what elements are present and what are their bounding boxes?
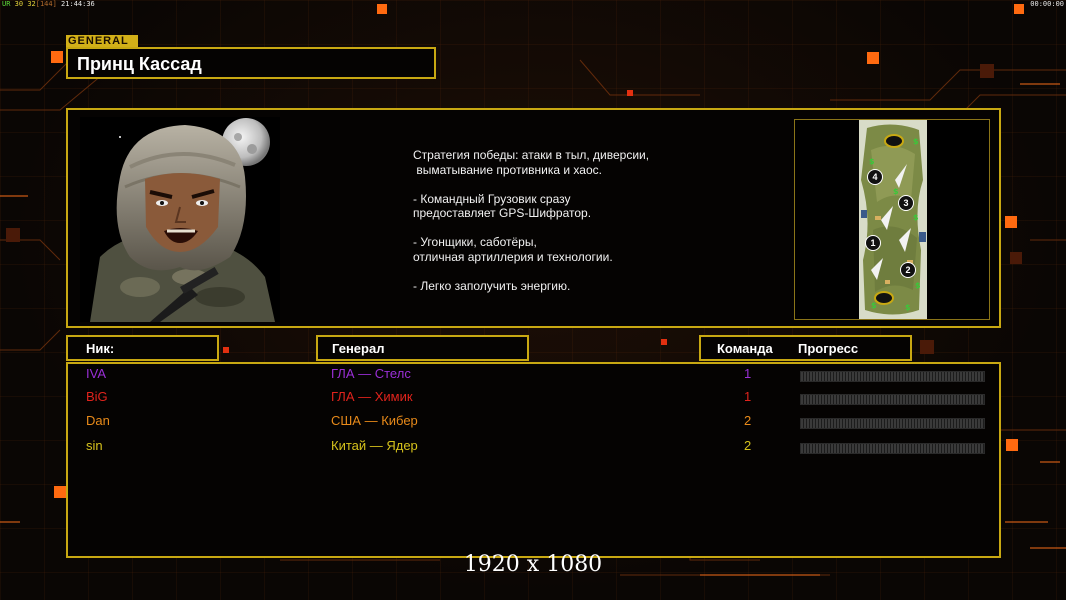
fps-value: 30: [14, 0, 24, 8]
header-progress-label: Прогресс: [798, 341, 859, 356]
start-position-3: 3: [898, 195, 914, 211]
svg-text:$: $: [893, 187, 899, 196]
header-nick: Ник:: [66, 335, 219, 361]
general-name-box: Принц Кассад: [66, 47, 436, 79]
progress-bar: [800, 418, 985, 429]
status-bar: UR 30 32[144] 21:44:36 00:00:00: [0, 0, 1066, 10]
player-general: США — Кибер: [331, 413, 418, 428]
player-nick: BiG: [86, 389, 108, 404]
header-team-progress: Команда Прогресс: [699, 335, 912, 361]
start-position-2: 2: [900, 262, 916, 278]
player-general: ГЛА — Химик: [331, 389, 413, 404]
svg-text:$: $: [913, 213, 919, 222]
player-row: BiG ГЛА — Химик 1: [0, 389, 1066, 411]
general-description: Стратегия победы: атаки в тыл, диверсии,…: [413, 148, 650, 293]
header-general-label: Генерал: [332, 341, 385, 356]
header-general: Генерал: [316, 335, 529, 361]
start-position-1-label: 1: [870, 238, 876, 248]
svg-text:$: $: [905, 303, 911, 312]
general-name: Принц Кассад: [77, 54, 202, 74]
header-team-label: Команда: [717, 341, 773, 356]
game-timer: 00:00:00: [1030, 0, 1064, 8]
player-team: 1: [744, 366, 752, 381]
progress-bar: [800, 394, 985, 405]
player-nick: sin: [86, 438, 103, 453]
start-position-1: 1: [865, 235, 881, 251]
start-position-4-label: 4: [872, 172, 878, 182]
clock-time: 21:44:36: [61, 0, 95, 8]
header-nick-label: Ник:: [86, 341, 115, 356]
map-preview[interactable]: $$ $$ $$ $$ 4 3 1 2: [794, 119, 990, 320]
start-position-3-label: 3: [903, 198, 909, 208]
player-row: sin Китай — Ядер 2: [0, 438, 1066, 460]
resolution-label: 1920 x 1080: [463, 552, 603, 577]
svg-text:$: $: [915, 281, 921, 290]
status-tag: UR: [2, 0, 11, 8]
svg-text:$: $: [871, 301, 877, 310]
fps-target: 32: [27, 0, 36, 8]
player-row: IVA ГЛА — Стелс 1: [0, 366, 1066, 388]
player-general: Китай — Ядер: [331, 438, 418, 453]
progress-bar: [800, 371, 985, 382]
general-tag: GENERAL: [66, 35, 138, 47]
start-position-2-label: 2: [905, 265, 911, 275]
start-position-4: 4: [867, 169, 883, 185]
progress-bar: [800, 443, 985, 454]
svg-text:$: $: [869, 157, 875, 166]
player-team: 2: [744, 438, 752, 453]
svg-text:$: $: [913, 137, 919, 146]
player-team: 1: [744, 389, 752, 404]
player-general: ГЛА — Стелс: [331, 366, 411, 381]
fps-readout: UR 30 32[144] 21:44:36: [2, 0, 95, 9]
player-row: Dan США — Кибер 2: [0, 413, 1066, 435]
general-portrait: [80, 117, 280, 322]
frame-count: [144]: [35, 0, 57, 8]
player-nick: IVA: [86, 366, 106, 381]
player-team: 2: [744, 413, 752, 428]
player-nick: Dan: [86, 413, 110, 428]
